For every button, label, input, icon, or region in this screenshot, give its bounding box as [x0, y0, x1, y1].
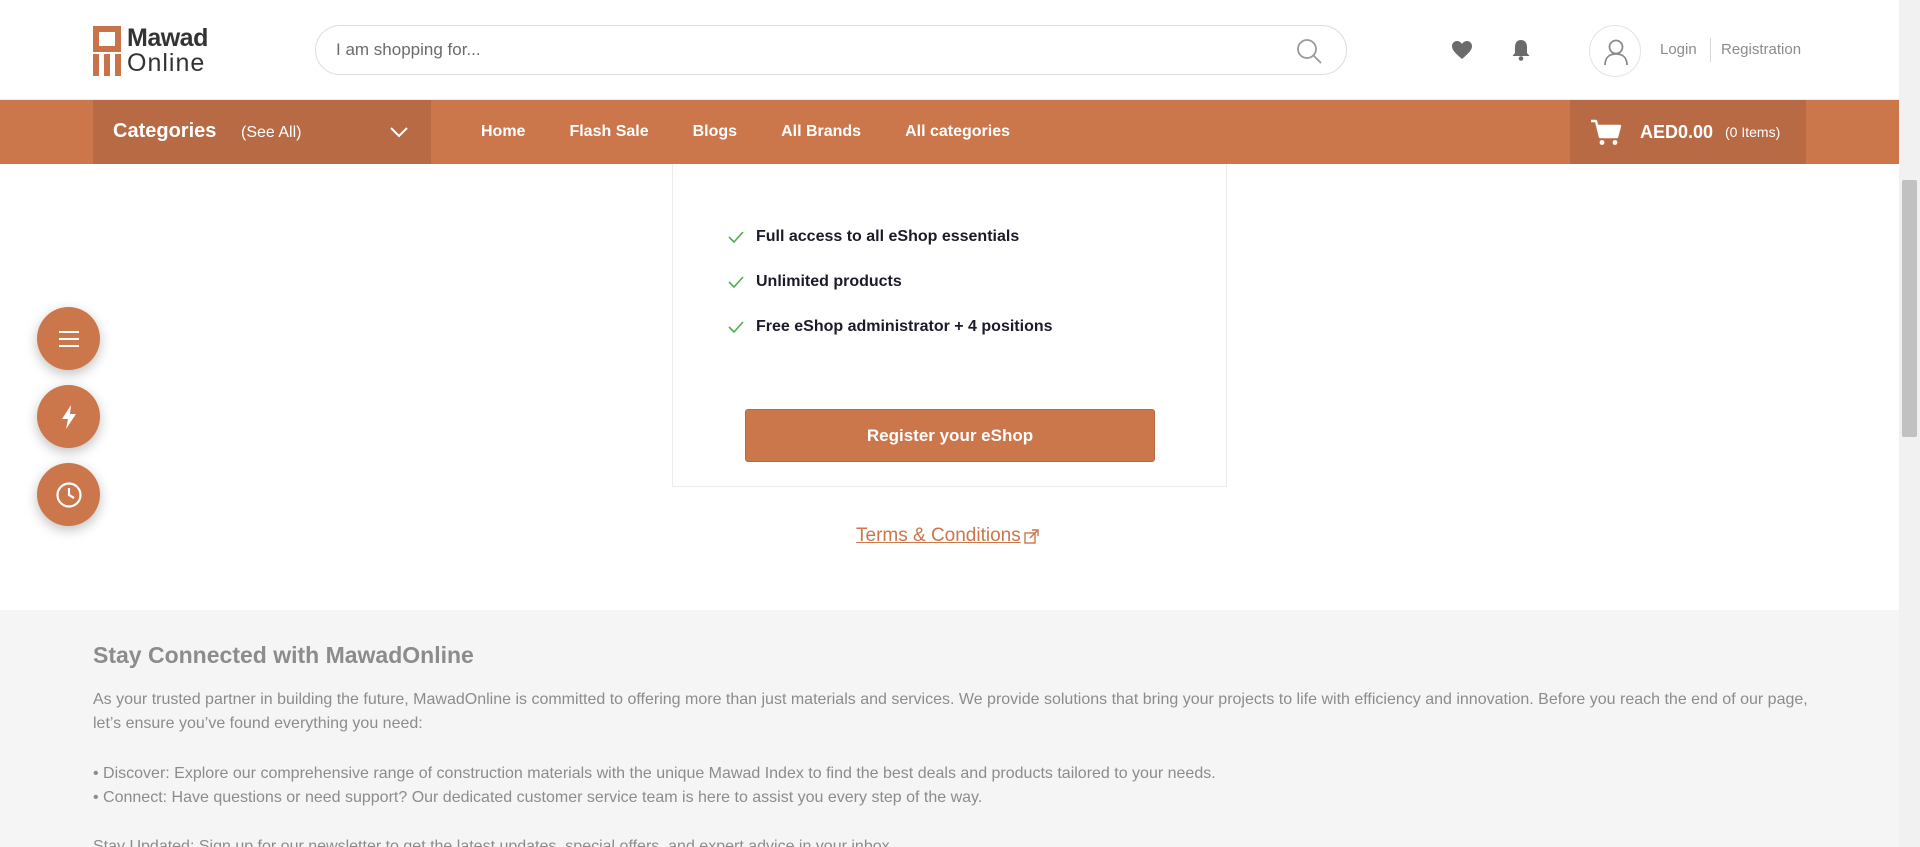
terms-link-label: Terms & Conditions [856, 525, 1021, 546]
terms-link[interactable]: Terms & Conditions [856, 525, 1039, 547]
categories-see-all[interactable]: (See All) [241, 124, 301, 142]
logo[interactable]: Mawad Online [93, 25, 217, 77]
cart-amount: AED0.00 [1640, 122, 1714, 142]
footer-connect: • Connect: Have questions or need suppor… [93, 789, 983, 806]
logo-text-line2: Online [127, 49, 206, 77]
search-icon[interactable] [1296, 38, 1322, 64]
feature-text: Unlimited products [756, 273, 902, 290]
footer-discover: • Discover: Explore our comprehensive ra… [93, 765, 1216, 782]
bell-icon[interactable] [1509, 38, 1533, 62]
footer-updated: Stay Updated: Sign up for our newsletter… [93, 838, 895, 847]
logo-mark [93, 26, 121, 76]
footer-intro: As your trusted partner in building the … [93, 691, 1808, 732]
scrollbar[interactable] [1899, 0, 1920, 847]
menu-fab[interactable] [37, 307, 100, 370]
navbar: Categories (See All) Home Flash Sale Blo… [0, 100, 1899, 164]
cart-icon [1591, 119, 1622, 145]
menu-icon [58, 330, 79, 347]
header: Mawad Online Login Registration [0, 0, 1899, 100]
avatar[interactable] [1589, 25, 1641, 77]
scrollbar-thumb[interactable] [1902, 180, 1917, 437]
heart-icon[interactable] [1450, 38, 1474, 62]
login-link[interactable]: Login [1660, 41, 1697, 58]
chevron-down-icon [390, 127, 408, 138]
cart-items-count: (0 Items) [1725, 124, 1781, 140]
feature-item: Free eShop administrator + 4 positions [728, 318, 1053, 336]
nav-links: Home Flash Sale Blogs All Brands All cat… [481, 100, 1054, 164]
nav-link-flash-sale[interactable]: Flash Sale [569, 123, 648, 141]
register-eshop-button[interactable]: Register your eShop [745, 409, 1155, 462]
check-icon [728, 321, 744, 333]
search-bar [315, 25, 1347, 75]
feature-text: Free eShop administrator + 4 positions [756, 318, 1053, 335]
categories-dropdown[interactable]: Categories (See All) [93, 100, 431, 164]
plan-card: Full access to all eShop essentials Unli… [672, 164, 1227, 487]
clock-icon [55, 481, 82, 508]
flash-deals-fab[interactable] [37, 385, 100, 448]
page: Mawad Online Login Registration [0, 0, 1920, 847]
search-input[interactable] [336, 26, 1276, 74]
check-icon [728, 276, 744, 288]
nav-link-all-brands[interactable]: All Brands [781, 123, 861, 141]
nav-link-blogs[interactable]: Blogs [693, 123, 737, 141]
footer-info-section: Stay Connected with MawadOnline As your … [0, 610, 1899, 847]
logo-text-line1: Mawad [127, 24, 208, 52]
divider [1710, 38, 1711, 62]
check-icon [728, 231, 744, 243]
user-icon [1604, 39, 1628, 66]
cart-button[interactable]: AED0.00 (0 Items) [1570, 100, 1806, 164]
flash-icon [61, 404, 76, 429]
feature-item: Full access to all eShop essentials [728, 228, 1019, 246]
categories-title: Categories [113, 120, 217, 142]
footer-title: Stay Connected with MawadOnline [93, 642, 474, 668]
registration-link[interactable]: Registration [1721, 41, 1801, 58]
external-link-icon [1024, 528, 1039, 544]
feature-item: Unlimited products [728, 273, 902, 291]
nav-link-home[interactable]: Home [481, 123, 525, 141]
feature-text: Full access to all eShop essentials [756, 228, 1020, 245]
nav-link-all-categories[interactable]: All categories [905, 123, 1010, 141]
history-fab[interactable] [37, 463, 100, 526]
